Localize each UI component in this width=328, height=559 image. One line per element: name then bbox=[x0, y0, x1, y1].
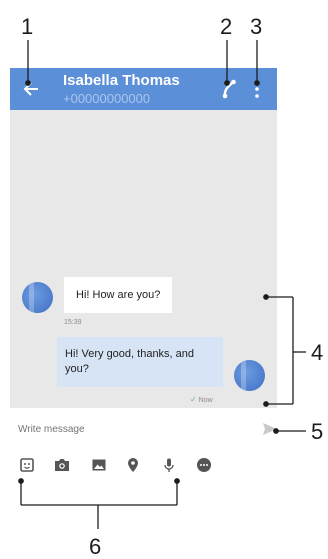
callout-lines bbox=[18, 40, 306, 529]
